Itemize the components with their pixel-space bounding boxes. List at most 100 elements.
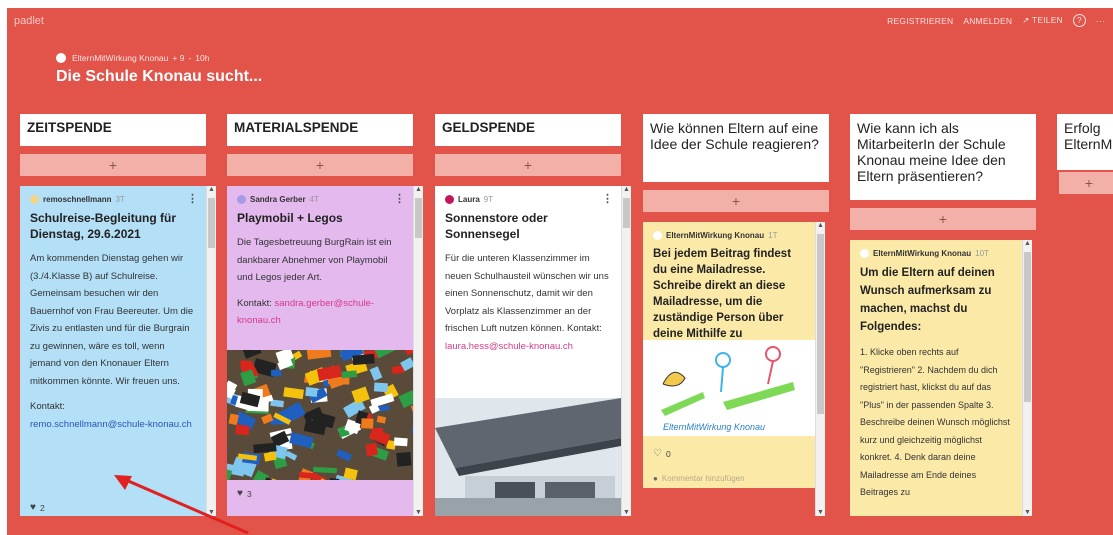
scroll-up-icon[interactable]: ▲ bbox=[414, 186, 423, 193]
post-author: Laura bbox=[458, 195, 480, 204]
post-card[interactable]: ElternMitWirkung Knonau 1T Bei jedem Bei… bbox=[643, 222, 815, 488]
sunshade-image bbox=[435, 398, 621, 516]
help-icon[interactable]: ? bbox=[1072, 14, 1086, 27]
scroll-up-icon[interactable]: ▲ bbox=[816, 222, 825, 229]
post-time: 10T bbox=[975, 249, 989, 258]
like-count: 2 bbox=[39, 502, 45, 513]
scrollbar[interactable]: ▲ ▼ bbox=[206, 186, 216, 516]
contact-label: Kontakt: bbox=[567, 323, 602, 334]
column-header-materialspende[interactable]: MATERIALSPENDE bbox=[227, 114, 413, 146]
post-header: Sandra Gerber 4T bbox=[227, 186, 413, 204]
heart-outline-icon: ♡ bbox=[653, 448, 662, 459]
post-title: Playmobil + Legos bbox=[237, 211, 343, 225]
post-title: Schulreise-Begleitung für Dienstag, 29.6… bbox=[30, 211, 177, 241]
scrollbar[interactable]: ▲ ▼ bbox=[621, 186, 631, 516]
scrollbar[interactable]: ▲ ▼ bbox=[413, 186, 423, 516]
scroll-up-icon[interactable]: ▲ bbox=[207, 186, 216, 193]
post-contact: Kontakt: remo.schnellmann@schule-knonau.c… bbox=[30, 398, 196, 433]
post-body: Am kommenden Dienstag gehen wir (3./4.Kl… bbox=[30, 253, 194, 387]
scroll-down-icon[interactable]: ▼ bbox=[816, 509, 825, 516]
comment-placeholder: Kommentar hinzufügen bbox=[661, 474, 745, 483]
user-icon: ● bbox=[653, 474, 658, 483]
post-header: Laura 9T bbox=[435, 186, 621, 204]
post-author: Sandra Gerber bbox=[250, 195, 306, 204]
post-card[interactable]: ElternMitWirkung Knonau 10T Um die Elter… bbox=[850, 240, 1022, 516]
post-time: 1T bbox=[768, 231, 778, 240]
column-header-geldspende[interactable]: GELDSPENDE bbox=[435, 114, 621, 146]
scroll-thumb[interactable] bbox=[1024, 252, 1031, 402]
post-body: Für die unteren Klassenzimmer im neuen S… bbox=[445, 250, 611, 355]
contact-link[interactable]: remo.schnellmann@schule-knonau.ch bbox=[30, 419, 192, 430]
post-likes[interactable]: ♥ 3 bbox=[237, 488, 252, 499]
lego-brick bbox=[235, 424, 250, 436]
share-button[interactable]: ↗ TEILEN bbox=[1022, 15, 1063, 26]
scroll-down-icon[interactable]: ▼ bbox=[207, 509, 216, 516]
board-author: ElternMitWirkung Knonau bbox=[72, 53, 169, 63]
more-vertical-icon[interactable]: ⋮ bbox=[187, 192, 198, 205]
board-likes: + 9 bbox=[172, 53, 185, 63]
column-header-mitarbeiter-idee[interactable]: Wie kann ich als MitarbeiterIn der Schul… bbox=[850, 114, 1036, 200]
padlet-logo[interactable]: padlet bbox=[14, 15, 44, 27]
post-card[interactable]: Sandra Gerber 4T ⋮ Playmobil + Legos Die… bbox=[227, 186, 413, 516]
like-count: 0 bbox=[665, 448, 671, 459]
lego-brick bbox=[271, 369, 282, 377]
scroll-down-icon[interactable]: ▼ bbox=[414, 509, 423, 516]
scroll-down-icon[interactable]: ▼ bbox=[1023, 509, 1032, 516]
post-card[interactable]: remoschnellmann 3T ⋮ Schulreise-Begleitu… bbox=[20, 186, 206, 516]
post-contact: Kontakt: sandra.gerber@schule-knonau.ch bbox=[237, 295, 403, 330]
scroll-thumb[interactable] bbox=[208, 198, 215, 248]
post-header: ElternMitWirkung Knonau 10T bbox=[850, 240, 1022, 258]
column-header-eltern-reagieren[interactable]: Wie können Eltern auf eine Idee der Schu… bbox=[643, 114, 829, 182]
scrollbar[interactable]: ▲ ▼ bbox=[815, 222, 825, 516]
add-post-button-1[interactable]: + bbox=[20, 154, 206, 176]
more-icon[interactable]: ··· bbox=[1096, 16, 1105, 26]
register-button[interactable]: REGISTRIEREN bbox=[887, 16, 953, 26]
board-age: 10h bbox=[195, 53, 210, 63]
post-steps: 1. Klicke oben rechts auf "Registrieren"… bbox=[860, 347, 1010, 497]
scroll-thumb[interactable] bbox=[415, 198, 422, 238]
add-post-button-4[interactable]: + bbox=[643, 190, 829, 212]
share-label: TEILEN bbox=[1031, 15, 1063, 25]
add-post-button-3[interactable]: + bbox=[435, 154, 621, 176]
post-time: 9T bbox=[483, 195, 494, 204]
post-body: Die Tagesbetreuung BurgRain ist ein dank… bbox=[237, 237, 392, 283]
post-card[interactable]: Laura 9T ⋮ Sonnenstore oder Sonnensegel … bbox=[435, 186, 621, 516]
post-likes[interactable]: ♥ 2 bbox=[30, 502, 45, 513]
lego-brick bbox=[341, 370, 357, 379]
lego-brick bbox=[305, 386, 318, 397]
add-post-button-5[interactable]: + bbox=[850, 208, 1036, 230]
login-button[interactable]: ANMELDEN bbox=[963, 16, 1012, 26]
lego-brick bbox=[396, 451, 412, 467]
scroll-up-icon[interactable]: ▲ bbox=[622, 186, 631, 193]
add-post-button-6[interactable]: + bbox=[1059, 172, 1113, 194]
more-vertical-icon[interactable]: ⋮ bbox=[602, 192, 613, 205]
column-header-zeitspende[interactable]: ZEITSPENDE bbox=[20, 114, 206, 146]
padlet-board: padlet REGISTRIEREN ANMELDEN ↗ TEILEN ? … bbox=[7, 8, 1113, 535]
post-title: Sonnenstore oder Sonnensegel bbox=[445, 211, 548, 241]
scroll-down-icon[interactable]: ▼ bbox=[622, 509, 631, 516]
board-title: Die Schule Knonau sucht... bbox=[56, 68, 263, 85]
scroll-thumb[interactable] bbox=[817, 234, 824, 414]
post-body-text: Für die unteren Klassenzimmer im neuen S… bbox=[445, 253, 609, 334]
scroll-thumb[interactable] bbox=[623, 198, 630, 228]
top-bar: padlet REGISTRIEREN ANMELDEN ↗ TEILEN ? … bbox=[7, 8, 1113, 38]
add-post-button-2[interactable]: + bbox=[227, 154, 413, 176]
author-avatar bbox=[56, 53, 66, 63]
lego-brick bbox=[373, 382, 388, 393]
post-header: ElternMitWirkung Knonau 1T bbox=[643, 222, 815, 240]
column-header-erfolg[interactable]: Erfolg ElternM bbox=[1057, 114, 1113, 170]
lego-brick bbox=[365, 443, 379, 457]
scrollbar[interactable]: ▲ ▼ bbox=[1022, 240, 1032, 516]
heart-icon: ♥ bbox=[237, 488, 243, 499]
contact-label: Kontakt: bbox=[30, 401, 65, 412]
share-icon: ↗ bbox=[1022, 15, 1030, 25]
post-author: remoschnellmann bbox=[43, 195, 112, 204]
post-header: remoschnellmann 3T bbox=[20, 186, 206, 204]
comment-field[interactable]: ● Kommentar hinzufügen bbox=[653, 474, 745, 483]
avatar bbox=[860, 249, 869, 258]
more-vertical-icon[interactable]: ⋮ bbox=[394, 192, 405, 205]
post-likes[interactable]: ♡ 0 bbox=[653, 448, 671, 459]
scroll-up-icon[interactable]: ▲ bbox=[1023, 240, 1032, 247]
contact-link[interactable]: laura.hess@schule-knonau.ch bbox=[445, 341, 573, 352]
post-author: ElternMitWirkung Knonau bbox=[873, 249, 972, 258]
